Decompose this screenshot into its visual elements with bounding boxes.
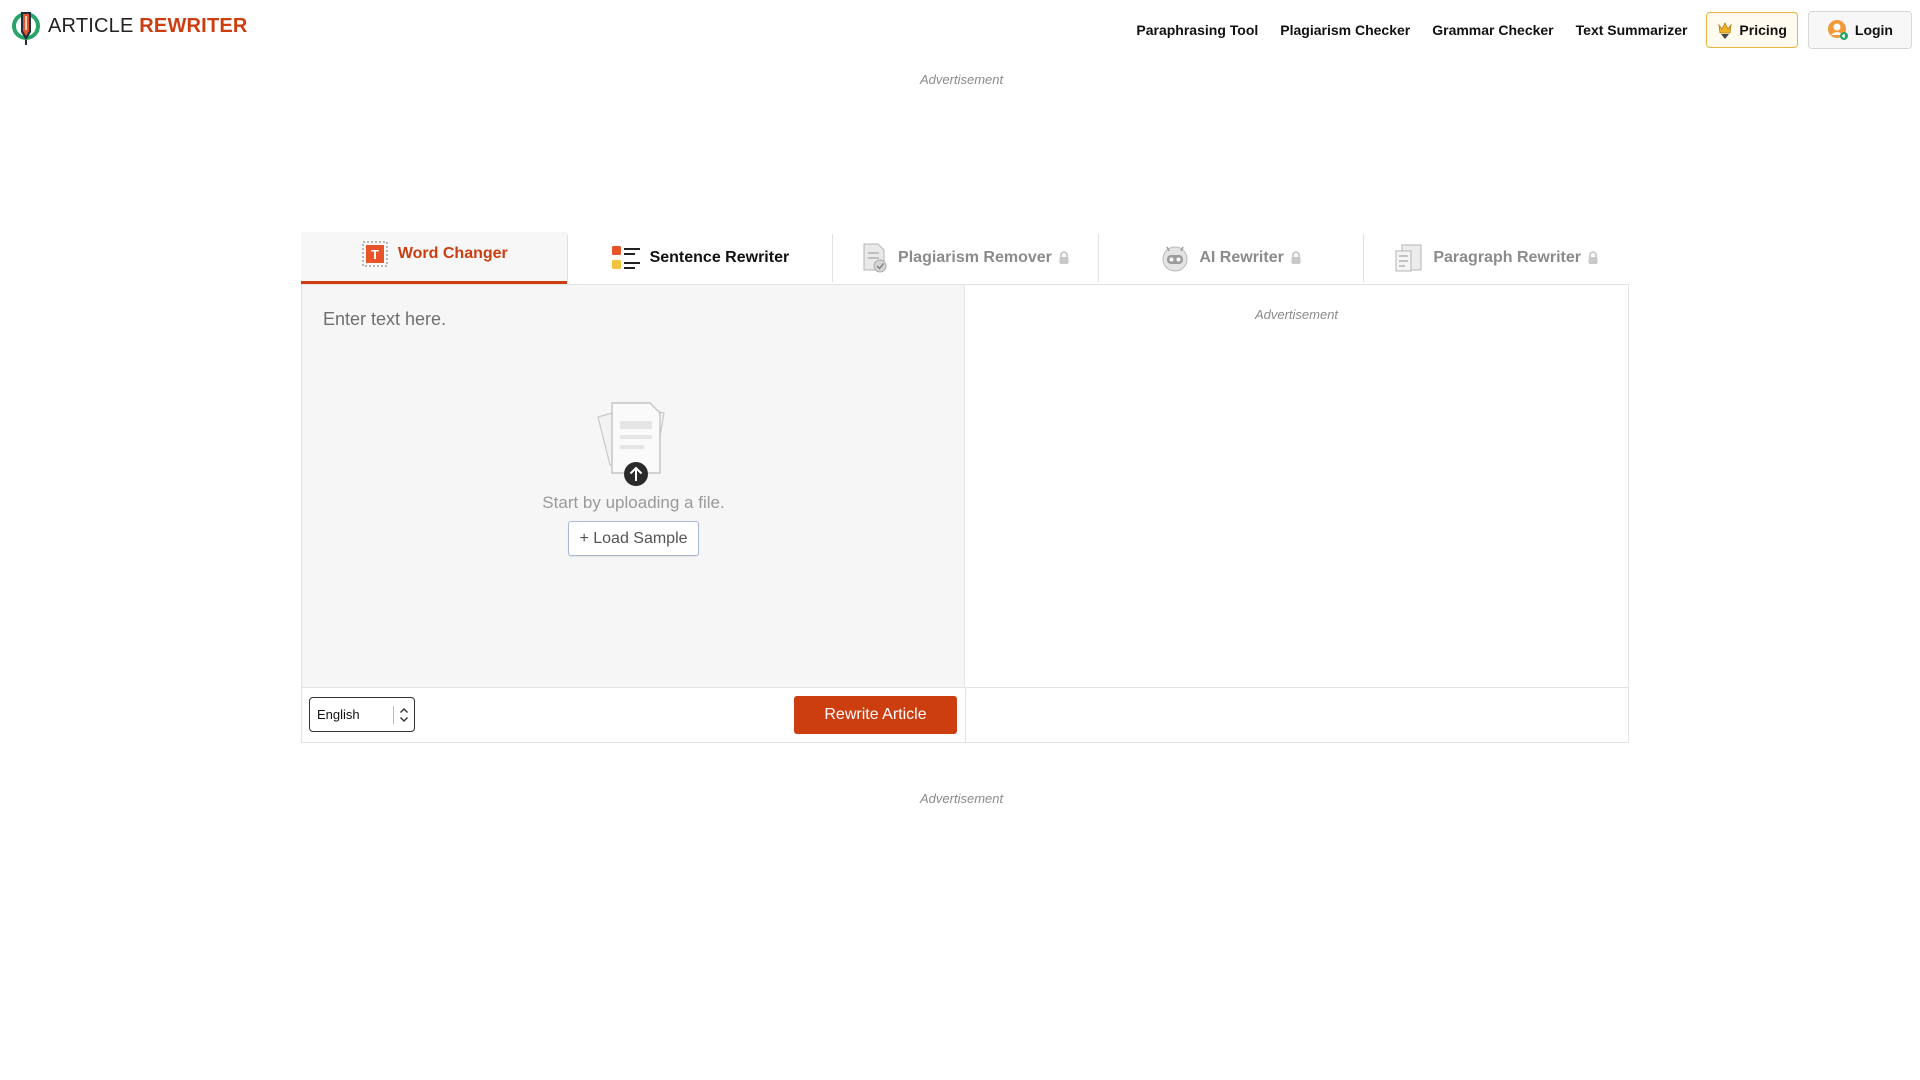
nav-grammar-checker[interactable]: Grammar Checker: [1432, 22, 1553, 38]
tool-tabs: T Word Changer Sentence Rewriter Plagiar…: [301, 232, 1629, 284]
tab-label: Sentence Rewriter: [649, 249, 790, 266]
input-placeholder: Enter text here.: [323, 309, 447, 329]
tab-plagiarism-remover[interactable]: Plagiarism Remover: [832, 232, 1098, 284]
load-sample-button[interactable]: + Load Sample: [568, 521, 699, 556]
main-nav: Paraphrasing Tool Plagiarism Checker Gra…: [1125, 11, 1912, 49]
lock-icon: [1290, 251, 1302, 265]
brand-name: ARTICLE REWRITER: [48, 15, 248, 38]
input-text-area[interactable]: Enter text here. Start by uploading a fi…: [302, 285, 965, 687]
tab-sentence-rewriter[interactable]: Sentence Rewriter: [566, 232, 833, 284]
svg-text:T: T: [371, 247, 379, 262]
tab-label: Plagiarism Remover: [898, 249, 1052, 266]
nav-paraphrasing-tool[interactable]: Paraphrasing Tool: [1136, 22, 1258, 38]
tab-word-changer[interactable]: T Word Changer: [301, 232, 567, 284]
tab-paragraph-rewriter[interactable]: Paragraph Rewriter: [1363, 232, 1629, 284]
pricing-label: Pricing: [1739, 22, 1787, 38]
paragraph-rewriter-icon: [1393, 242, 1425, 274]
lock-icon: [1587, 251, 1599, 265]
crown-icon: [1718, 22, 1733, 39]
tab-label: Paragraph Rewriter: [1433, 249, 1581, 266]
ad-slot-top: [313, 98, 1609, 208]
ad-label-bottom: Advertisement: [920, 791, 1004, 806]
robot-icon: [1159, 242, 1191, 274]
site-logo[interactable]: ARTICLE REWRITER: [10, 6, 248, 46]
sentence-rewriter-icon: [610, 243, 642, 273]
output-pane: Advertisement: [965, 285, 1628, 687]
login-label: Login: [1854, 22, 1893, 38]
select-divider: [393, 706, 394, 724]
rewriter-editor: Enter text here. Start by uploading a fi…: [301, 284, 1629, 743]
ad-label-top: Advertisement: [920, 72, 1004, 87]
tab-ai-rewriter[interactable]: AI Rewriter: [1097, 232, 1364, 284]
file-upload-area[interactable]: Start by uploading a file. + Load Sample: [302, 395, 965, 556]
ad-label-output: Advertisement: [1254, 307, 1339, 322]
pen-logo-icon: [12, 12, 40, 45]
tab-label: AI Rewriter: [1199, 249, 1284, 266]
language-select[interactable]: English: [309, 697, 415, 732]
pricing-button[interactable]: Pricing: [1706, 12, 1798, 48]
brand-name-plain: ARTICLE: [48, 14, 134, 37]
language-value: English: [317, 707, 360, 722]
word-changer-icon: T: [360, 239, 390, 269]
login-button[interactable]: Login: [1807, 11, 1912, 49]
select-arrows-icon: [400, 708, 408, 722]
rewrite-article-button[interactable]: Rewrite Article: [794, 696, 957, 734]
nav-plagiarism-checker[interactable]: Plagiarism Checker: [1280, 22, 1410, 38]
lock-icon: [1058, 251, 1070, 265]
user-avatar-icon: [1827, 20, 1848, 40]
nav-text-summarizer[interactable]: Text Summarizer: [1576, 22, 1688, 38]
editor-toolbar: English Rewrite Article: [302, 687, 1628, 743]
brand-name-accent: REWRITER: [139, 14, 248, 37]
site-header: ARTICLE REWRITER Paraphrasing Tool Plagi…: [0, 0, 1920, 60]
upload-file-icon: [596, 402, 665, 486]
tab-label: Word Changer: [397, 244, 508, 262]
plagiarism-remover-icon: [860, 242, 890, 274]
upload-hint: Start by uploading a file.: [542, 493, 725, 512]
toolbar-divider: [965, 688, 966, 743]
